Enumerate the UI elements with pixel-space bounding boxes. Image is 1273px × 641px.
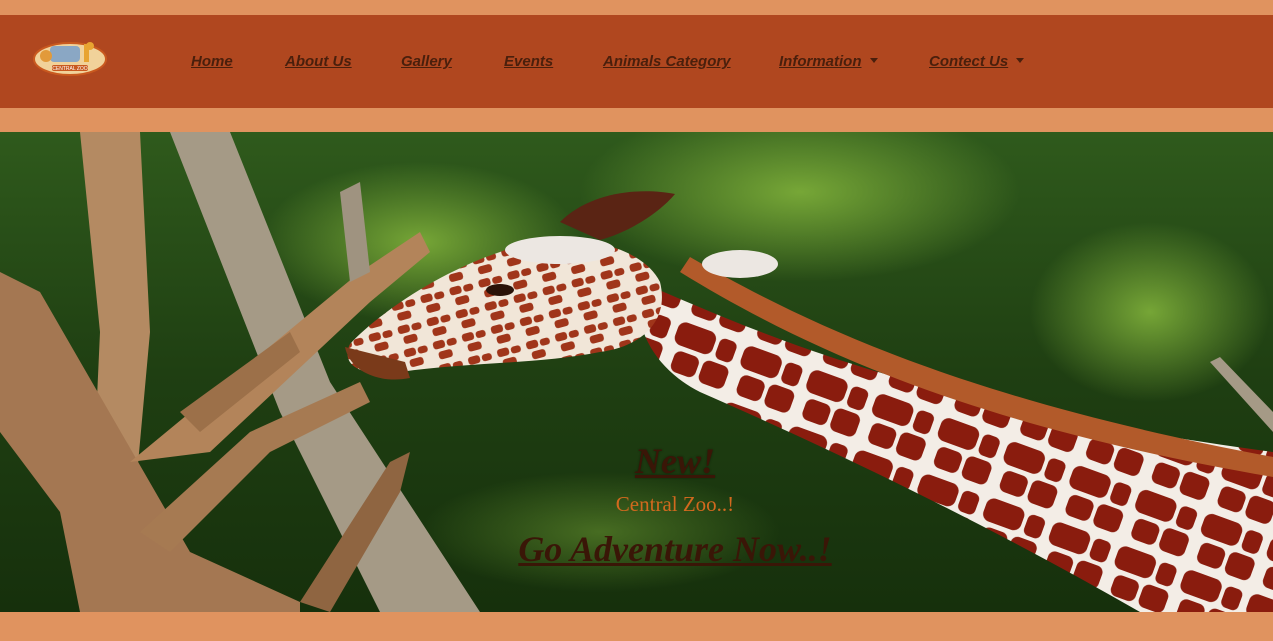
nav-gallery[interactable]: Gallery: [401, 53, 452, 70]
nav-contact-us-label: Contect Us: [929, 53, 1009, 70]
nav-contact-us-dropdown[interactable]: Contect Us: [929, 53, 1025, 70]
hero-cta-link[interactable]: Go Adventure Now..!: [0, 528, 1273, 570]
nav-events-label: Events: [504, 53, 554, 70]
nav-events[interactable]: Events: [504, 53, 553, 70]
nav-animals-category[interactable]: Animals Category: [603, 53, 731, 70]
hero-subheading: Central Zoo..!: [615, 492, 735, 516]
top-band: [0, 0, 1273, 15]
nav-gallery-label: Gallery: [401, 53, 452, 70]
chevron-down-icon: [1016, 58, 1025, 63]
logo[interactable]: CENTRAL ZOO: [32, 38, 108, 76]
nav-information-label: Information: [779, 53, 862, 70]
chevron-down-icon: [869, 58, 878, 63]
nav-home[interactable]: Home: [191, 53, 233, 70]
nav-about-us-label: About Us: [285, 53, 352, 70]
navbar: CENTRAL ZOO Home About Us Gallery Events…: [0, 15, 1273, 108]
hero-heading: New!: [635, 441, 715, 481]
logo-text: CENTRAL ZOO: [52, 66, 87, 72]
nav-about-us[interactable]: About Us: [285, 53, 352, 70]
nav-home-label: Home: [191, 53, 233, 70]
nav-information-dropdown[interactable]: Information: [779, 53, 878, 70]
central-zoo-logo-icon: CENTRAL ZOO: [33, 42, 107, 76]
hero-banner: New! Central Zoo..! Go Adventure Now..!: [0, 132, 1273, 612]
nav-animals-category-label: Animals Category: [603, 53, 731, 70]
mid-band: [0, 108, 1273, 132]
bottom-band: [0, 612, 1273, 641]
